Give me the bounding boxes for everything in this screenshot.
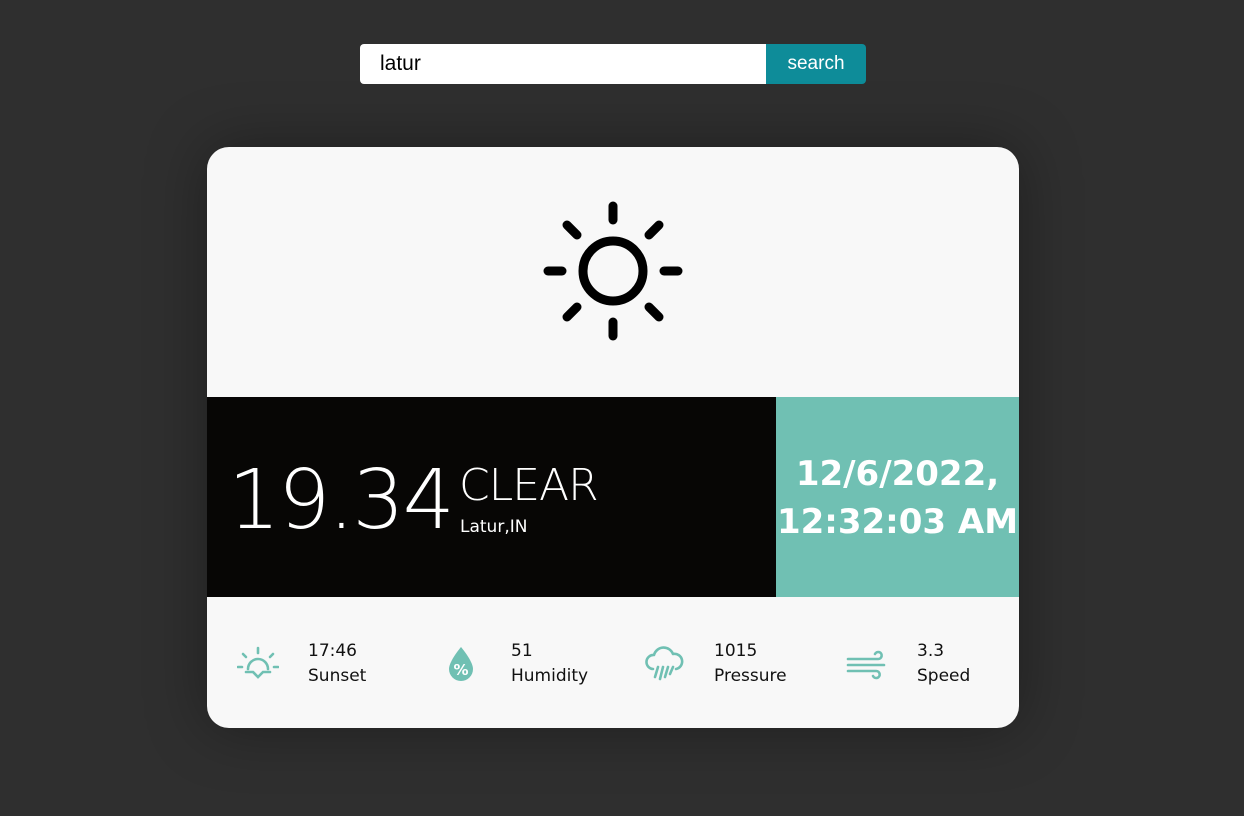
search-button[interactable]: search — [766, 44, 866, 84]
datetime-display: 12/6/2022, 12:32:03 AM — [776, 450, 1019, 546]
date-text: 12/6/2022, — [795, 454, 1000, 494]
humidity-icon: % — [449, 647, 473, 681]
sunset-icon — [237, 646, 279, 679]
time-text: 12:32:03 AM — [776, 502, 1019, 542]
stat-label: Humidity — [511, 666, 589, 686]
sun-icon — [543, 201, 683, 341]
weather-condition: CLEAR — [459, 460, 599, 511]
weather-icon-area — [207, 147, 1019, 397]
stat-label: Speed — [917, 666, 971, 686]
stat-label: Sunset — [308, 666, 367, 686]
search-input[interactable] — [360, 44, 766, 84]
location-label: Latur,IN — [460, 517, 528, 537]
stat-value: 51 — [511, 641, 533, 661]
stat-value: 3.3 — [917, 641, 945, 661]
temperature-value: 19.34 — [228, 453, 455, 548]
temperature-panel: 19.34 CLEAR Latur,IN — [207, 397, 776, 597]
stat-label: Pressure — [714, 666, 787, 686]
search-bar: search — [360, 44, 866, 84]
weather-stats: 17:46 Sunset % 51 Humidity 1015 Pressure… — [207, 597, 1019, 728]
svg-text:%: % — [453, 661, 468, 679]
stat-value: 1015 — [714, 641, 758, 661]
pressure-icon — [645, 646, 684, 681]
wind-icon — [846, 650, 886, 680]
weather-card: 19.34 CLEAR Latur,IN 12/6/2022, 12:32:03… — [207, 147, 1019, 728]
stat-value: 17:46 — [308, 641, 357, 661]
datetime-panel: 12/6/2022, 12:32:03 AM — [776, 397, 1019, 597]
